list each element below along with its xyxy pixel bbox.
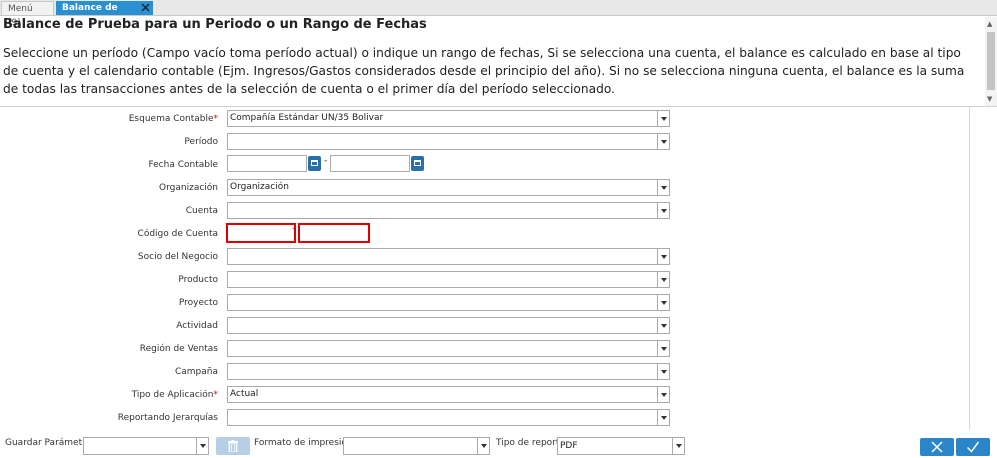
chevron-down-icon[interactable] (657, 134, 669, 149)
scrollbar-thumb[interactable] (987, 32, 995, 90)
producto-select[interactable] (227, 271, 670, 288)
page-description: Seleccione un período (Campo vacío toma … (3, 46, 965, 96)
range-separator: - (292, 224, 296, 234)
label-socio-del-negocio: Socio del Negocio (137, 252, 218, 262)
tab-balance-de-prueba[interactable]: Balance de Prueba (56, 1, 153, 27)
label-reportando-jerarquias: Reportando Jerarquías (117, 413, 218, 423)
reportando-jerarquias-select[interactable] (227, 409, 670, 426)
ok-button[interactable] (956, 438, 990, 456)
chevron-down-icon[interactable] (672, 438, 684, 454)
cancel-x-icon (931, 441, 943, 453)
fecha-desde-input[interactable] (227, 155, 307, 172)
label-codigo-de-cuenta: Código de Cuenta (137, 229, 218, 239)
proyecto-select[interactable] (227, 294, 670, 311)
scroll-down-icon[interactable]: ▼ (987, 95, 992, 103)
label-fecha-contable: Fecha Contable (148, 160, 218, 170)
checkmark-icon (966, 441, 980, 453)
label-actividad: Actividad (176, 321, 218, 331)
organizacion-select[interactable]: Organización (227, 179, 670, 196)
label-producto: Producto (178, 275, 218, 285)
label-campana: Campaña (174, 367, 218, 377)
formato-de-impresion-select[interactable] (343, 437, 490, 455)
socio-del-negocio-select[interactable] (227, 248, 670, 265)
page-title: Balance de Prueba para un Periodo o un R… (3, 17, 427, 32)
label-tipo-de-reporte: Tipo de reporte (496, 438, 565, 448)
label-tipo-de-aplicacion: Tipo de Aplicación* (131, 390, 218, 400)
chevron-down-icon[interactable] (196, 438, 208, 454)
chevron-down-icon[interactable] (657, 249, 669, 264)
tipo-de-reporte-select[interactable]: PDF (557, 437, 685, 455)
chevron-down-icon[interactable] (657, 364, 669, 379)
label-guardar-parametro: Guardar Parámetro (5, 438, 92, 448)
guardar-parametro-select[interactable] (83, 437, 209, 455)
chevron-down-icon[interactable] (657, 295, 669, 310)
chevron-down-icon[interactable] (657, 387, 669, 402)
label-periodo: Período (184, 137, 218, 147)
label-region-de-ventas: Región de Ventas (139, 344, 218, 354)
campana-select[interactable] (227, 363, 670, 380)
label-proyecto: Proyecto (178, 298, 218, 308)
fecha-hasta-input[interactable] (330, 155, 410, 172)
scroll-up-icon[interactable]: ▲ (987, 20, 992, 28)
periodo-select[interactable] (227, 133, 670, 150)
cancel-button[interactable] (920, 438, 954, 456)
cuenta-select[interactable] (227, 202, 670, 219)
chevron-down-icon[interactable] (657, 318, 669, 333)
description-scrollbar[interactable]: ▲ ▼ (985, 17, 997, 106)
calendar-icon[interactable] (411, 156, 424, 171)
label-esquema-contable: Esquema Contable* (128, 114, 218, 124)
trash-icon (228, 440, 238, 452)
region-de-ventas-select[interactable] (227, 340, 670, 357)
chevron-down-icon[interactable] (657, 180, 669, 195)
close-icon[interactable] (140, 2, 151, 13)
chevron-down-icon[interactable] (657, 111, 669, 126)
codigo-desde-input[interactable] (226, 223, 296, 243)
calendar-icon[interactable] (308, 156, 321, 171)
chevron-down-icon[interactable] (477, 438, 489, 454)
label-organizacion: Organización (159, 183, 218, 193)
tab-bar: Menú (9) Balance de Prueba (0, 0, 997, 28)
chevron-down-icon[interactable] (657, 410, 669, 425)
label-formato-de-impresion: Formato de impresión (254, 438, 353, 448)
actividad-select[interactable] (227, 317, 670, 334)
tab-menu[interactable]: Menú (9) (1, 1, 54, 28)
chevron-down-icon[interactable] (657, 203, 669, 218)
codigo-hasta-input[interactable] (298, 223, 370, 243)
label-cuenta: Cuenta (185, 206, 218, 216)
delete-parameter-button[interactable] (216, 437, 250, 455)
tipo-de-aplicacion-select[interactable]: Actual (227, 386, 670, 403)
range-separator: - (324, 156, 328, 166)
divider (0, 106, 997, 107)
chevron-down-icon[interactable] (657, 272, 669, 287)
form-border (969, 107, 970, 430)
esquema-contable-select[interactable]: Compañía Estándar UN/35 Bolivar (227, 110, 670, 127)
chevron-down-icon[interactable] (657, 341, 669, 356)
